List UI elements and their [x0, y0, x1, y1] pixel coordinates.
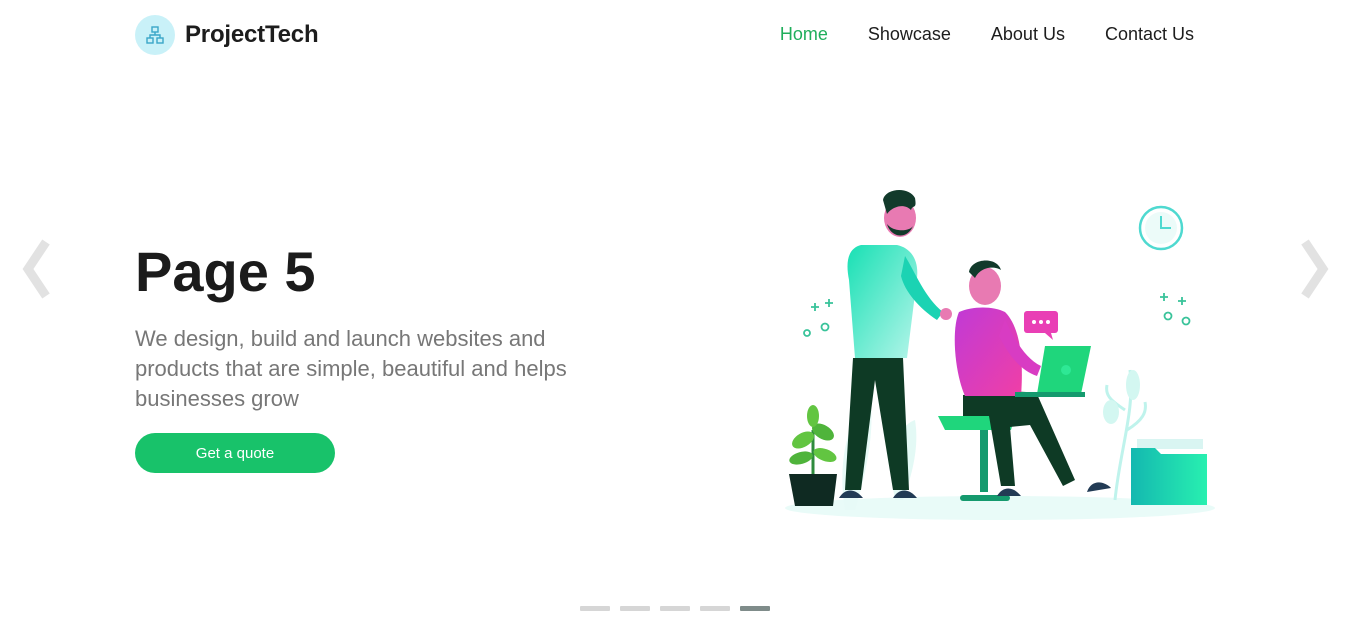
hero-content: Page 5 We design, build and launch websi…	[135, 238, 595, 414]
carousel-next-button[interactable]	[1295, 234, 1335, 304]
main-nav: Home Showcase About Us Contact Us	[780, 24, 1194, 45]
get-a-quote-button[interactable]: Get a quote	[135, 433, 335, 473]
site-header: ProjectTech Home Showcase About Us Conta…	[0, 0, 1349, 72]
brand-name: ProjectTech	[185, 21, 319, 48]
nav-item-showcase[interactable]: Showcase	[868, 24, 951, 45]
carousel-indicators	[580, 606, 770, 611]
logo[interactable]: ProjectTech	[135, 15, 319, 55]
page-title: Page 5	[135, 240, 316, 303]
carousel-indicator-3[interactable]	[660, 606, 690, 611]
nav-item-home[interactable]: Home	[780, 24, 828, 45]
nav-item-about-us[interactable]: About Us	[991, 24, 1065, 45]
carousel-indicator-5[interactable]	[740, 606, 770, 611]
nav-item-contact-us[interactable]: Contact Us	[1105, 24, 1194, 45]
carousel-indicator-4[interactable]	[700, 606, 730, 611]
chevron-left-icon	[22, 239, 50, 299]
carousel-indicator-1[interactable]	[580, 606, 610, 611]
carousel-prev-button[interactable]	[16, 234, 56, 304]
chevron-right-icon	[1301, 239, 1329, 299]
team-working-illustration	[775, 180, 1225, 525]
carousel-indicator-2[interactable]	[620, 606, 650, 611]
sitemap-icon	[135, 15, 175, 55]
hero-description: We design, build and launch websites and…	[135, 326, 567, 411]
